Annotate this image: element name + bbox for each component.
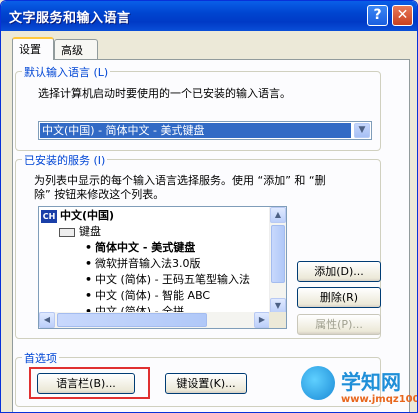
default-language-select[interactable]: 中文(中国) - 简体中文 - 美式键盘 ▼ bbox=[38, 121, 372, 140]
scroll-right-icon[interactable]: ▶ bbox=[254, 312, 270, 328]
scroll-up-icon[interactable]: ▲ bbox=[270, 207, 286, 223]
vertical-scrollbar[interactable]: ▲ ▼ bbox=[269, 207, 286, 314]
remove-button[interactable]: 删除(R) bbox=[297, 287, 381, 308]
watermark-title: 学知网 bbox=[341, 370, 401, 394]
tree-item[interactable]: • 中文 (简体) - 王码五笔型输入法 bbox=[85, 272, 250, 288]
add-button[interactable]: 添加(D)... bbox=[297, 261, 381, 282]
installed-services-legend: 已安装的服务 (I) bbox=[22, 152, 108, 168]
horizontal-scrollbar[interactable]: ◀ ▶ bbox=[39, 312, 270, 328]
language-bar-button[interactable]: 语言栏(B)... bbox=[37, 373, 135, 394]
default-language-legend: 默认输入语言 (L) bbox=[22, 64, 111, 80]
tree-item-label: 中文 (简体) - 智能 ABC bbox=[95, 289, 211, 302]
services-tree-content: CH 中文(中国) 键盘 • 简体中文 - 美式键盘 • 微软拼音输入法3.0版 • 中… bbox=[39, 207, 270, 314]
title-bar[interactable]: 文字服务和输入语言 ? ✕ bbox=[1, 1, 417, 31]
preferences-legend: 首选项 bbox=[22, 350, 59, 366]
watermark-url: www.jmqz1000.com bbox=[341, 394, 417, 405]
watermark: 学知网 www.jmqz1000.com bbox=[299, 364, 417, 412]
help-button[interactable]: ? bbox=[367, 5, 388, 26]
tree-item-label: 微软拼音输入法3.0版 bbox=[95, 257, 201, 270]
installed-services-description-1: 为列表中显示的每个输入语言选择服务。使用 “添加” 和 “删 bbox=[34, 174, 326, 187]
dialog-window: 文字服务和输入语言 ? ✕ 设置 高级 默认输入语言 (L) 选择计算机启动时要… bbox=[0, 0, 418, 413]
bullet-icon: • bbox=[85, 289, 93, 302]
window-title: 文字服务和输入语言 bbox=[9, 11, 131, 26]
tab-advanced[interactable]: 高级 bbox=[54, 39, 98, 59]
bullet-icon: • bbox=[85, 241, 93, 254]
tree-item[interactable]: • 中文 (简体) - 智能 ABC bbox=[85, 288, 210, 304]
keyboard-icon bbox=[59, 227, 75, 237]
tree-keyboard-node[interactable]: 键盘 bbox=[59, 224, 101, 240]
key-settings-button[interactable]: 键设置(K)... bbox=[165, 373, 247, 394]
language-badge-icon: CH bbox=[41, 209, 57, 223]
bullet-icon: • bbox=[85, 257, 93, 270]
tree-item-label: 中文 (简体) - 王码五笔型输入法 bbox=[95, 273, 251, 286]
tree-item[interactable]: • 简体中文 - 美式键盘 bbox=[85, 240, 195, 256]
watermark-logo-icon bbox=[301, 366, 335, 400]
close-button[interactable]: ✕ bbox=[392, 5, 413, 26]
bullet-icon: • bbox=[85, 273, 93, 286]
tab-settings[interactable]: 设置 bbox=[12, 37, 54, 60]
tree-item[interactable]: • 微软拼音输入法3.0版 bbox=[85, 256, 201, 272]
tree-language-label: 中文(中国) bbox=[60, 209, 115, 222]
vertical-scroll-thumb[interactable] bbox=[271, 225, 285, 283]
services-tree[interactable]: CH 中文(中国) 键盘 • 简体中文 - 美式键盘 • 微软拼音输入法3.0版 • 中… bbox=[38, 206, 287, 329]
installed-services-description-2: 除” 按钮来修改这个列表。 bbox=[34, 188, 165, 201]
default-language-value: 中文(中国) - 简体中文 - 美式键盘 bbox=[40, 123, 351, 138]
chevron-down-icon[interactable]: ▼ bbox=[354, 123, 370, 138]
tree-language-node[interactable]: CH 中文(中国) bbox=[41, 208, 114, 224]
scroll-left-icon[interactable]: ◀ bbox=[39, 312, 55, 328]
properties-button[interactable]: 属性(P)... bbox=[297, 314, 381, 335]
horizontal-scroll-thumb[interactable] bbox=[57, 313, 207, 327]
tree-keyboard-label: 键盘 bbox=[79, 225, 101, 238]
scroll-corner bbox=[269, 312, 286, 328]
tree-item-label: 简体中文 - 美式键盘 bbox=[95, 241, 196, 254]
default-language-description: 选择计算机启动时要使用的一个已安装的输入语言。 bbox=[38, 87, 291, 100]
